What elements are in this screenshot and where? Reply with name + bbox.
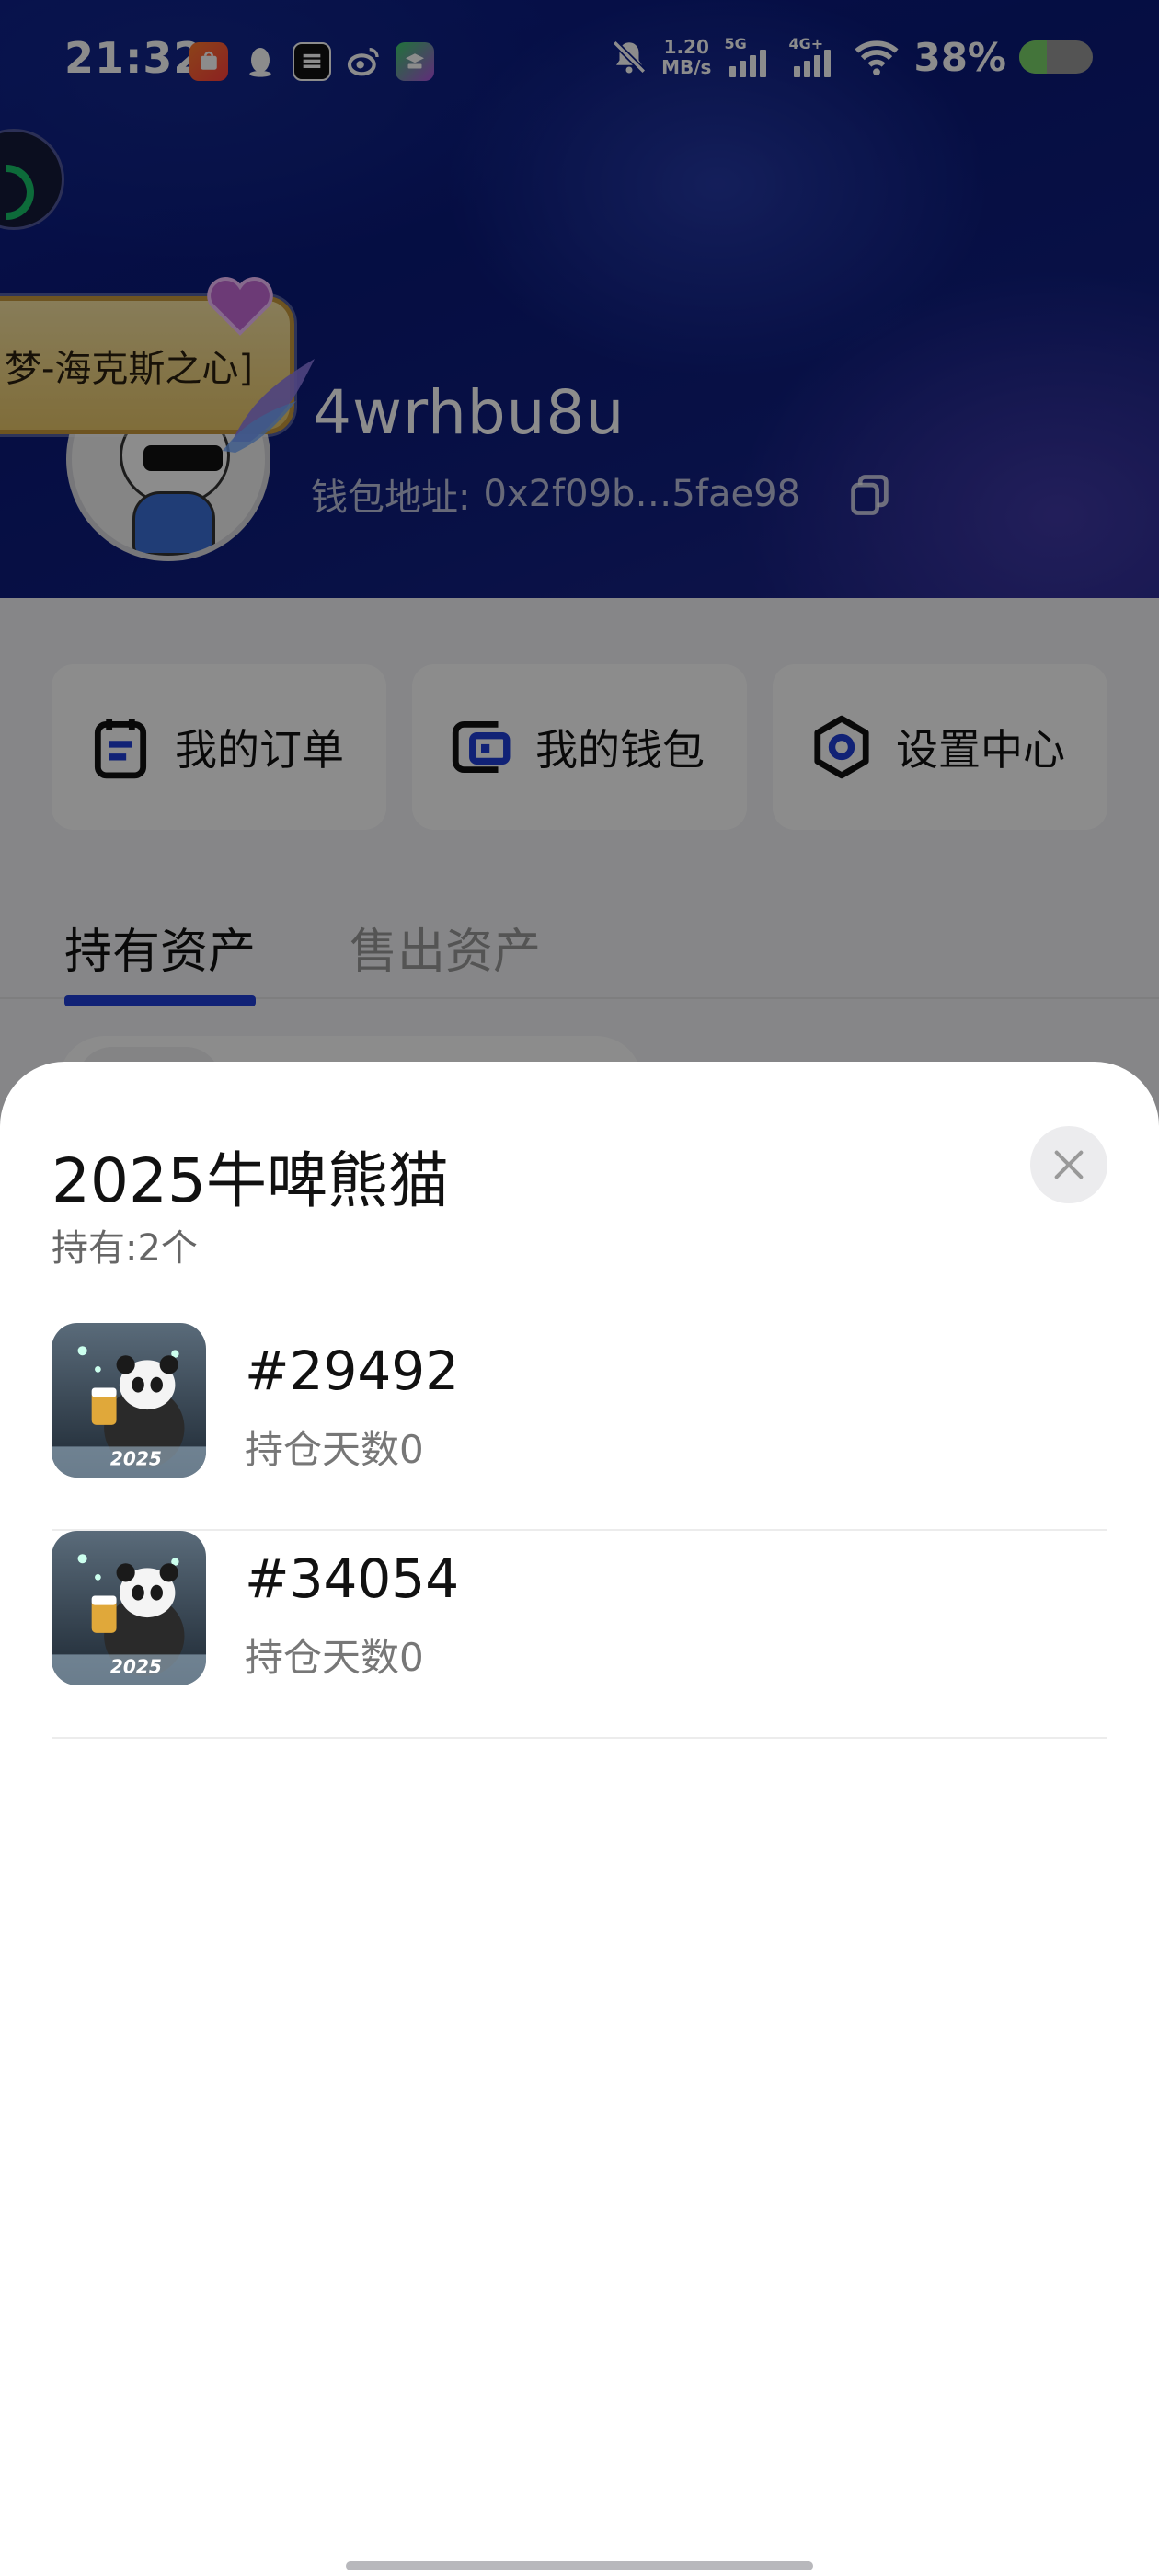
close-button[interactable] xyxy=(1030,1126,1107,1203)
close-icon xyxy=(1054,1150,1084,1179)
nft-id: #34054 xyxy=(245,1547,460,1610)
holding-days: 持仓天数0 xyxy=(245,1635,424,1680)
holdings-sheet: 2025牛啤熊猫 持有:2个 2025 #29492 持仓天数0 2025 #3… xyxy=(0,1062,1159,2576)
panda-nft-image: 2025 xyxy=(52,1323,206,1478)
svg-text:2025: 2025 xyxy=(110,1656,162,1678)
panda-nft-image: 2025 xyxy=(52,1531,206,1685)
list-item[interactable]: 2025 #34054 持仓天数0 xyxy=(52,1531,1107,1739)
holding-days: 持仓天数0 xyxy=(245,1427,424,1472)
svg-text:2025: 2025 xyxy=(110,1448,162,1470)
nft-id: #29492 xyxy=(245,1340,460,1402)
list-item[interactable]: 2025 #29492 持仓天数0 xyxy=(52,1323,1107,1531)
sheet-title: 2025牛啤熊猫 xyxy=(52,1145,449,1216)
holding-count: 持有:2个 xyxy=(52,1227,198,1270)
home-indicator[interactable] xyxy=(346,2561,813,2570)
